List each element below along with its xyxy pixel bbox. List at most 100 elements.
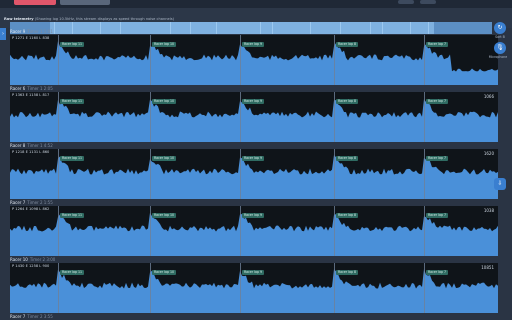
- lap-badge[interactable]: Racer lap 9: [242, 99, 265, 104]
- raw-telemetry-hint: (Showing log 10.5kHz, this stream displa…: [34, 17, 175, 21]
- lap-badge[interactable]: Racer lap 8: [336, 99, 359, 104]
- lap-badge[interactable]: Racer lap 8: [336, 213, 359, 218]
- racer-title: Racer 6 Timer 1 2:05: [10, 86, 53, 91]
- lap-badge[interactable]: Racer lap 11: [60, 156, 85, 161]
- lap-divider: [424, 92, 425, 142]
- lap-divider: [334, 35, 335, 85]
- racer-score: 10851: [481, 265, 494, 270]
- timeline-selection[interactable]: [50, 22, 434, 34]
- racer-timer: Timer 2 1:55: [27, 200, 53, 205]
- lap-divider: [150, 206, 151, 256]
- lap-divider: [58, 35, 59, 85]
- lap-badge[interactable]: Racer lap 8: [336, 42, 359, 47]
- racer-timer: Timer 1 4:52: [27, 143, 53, 148]
- lap-badge[interactable]: Racer lap 11: [60, 99, 85, 104]
- lap-badge[interactable]: Racer lap 8: [336, 156, 359, 161]
- lap-badge[interactable]: Racer lap 10: [152, 270, 177, 275]
- racer-name: Racer 7: [10, 200, 26, 205]
- speed-chart[interactable]: Racer lap 11 Racer lap 10 Racer lap 9 Racer…: [10, 149, 498, 199]
- timeline-marker: [72, 22, 73, 34]
- timeline-marker: [54, 22, 55, 34]
- lap-badge[interactable]: Racer lap 10: [152, 213, 177, 218]
- lap-badge[interactable]: Racer lap 9: [242, 42, 265, 47]
- lap-divider: [334, 263, 335, 313]
- speed-chart[interactable]: Racer lap 11 Racer lap 10 Racer lap 9 Racer…: [10, 206, 498, 256]
- timeline-scrubber[interactable]: [10, 22, 492, 34]
- lap-divider: [334, 92, 335, 142]
- toggle-switch[interactable]: [398, 0, 414, 4]
- racer-name: Racer 10: [10, 257, 28, 262]
- lap-badge[interactable]: Racer lap 8: [336, 270, 359, 275]
- lap-badge[interactable]: Racer lap 7: [426, 270, 449, 275]
- lap-badge[interactable]: Racer lap 11: [60, 270, 85, 275]
- racer-title: Racer 7 Timer 2 3:55: [10, 314, 53, 319]
- racer-timer: Timer 2 3:55: [27, 314, 53, 319]
- secondary-button[interactable]: [60, 0, 110, 5]
- timeline-marker: [428, 22, 429, 34]
- lap-badge[interactable]: Racer lap 9: [242, 270, 265, 275]
- racer-stats: P 1218 E 1131 L 860: [12, 150, 50, 154]
- speed-chart[interactable]: Racer lap 11 Racer lap 10 Racer lap 9 Racer…: [10, 263, 498, 313]
- lap-divider: [424, 149, 425, 199]
- lap-divider: [240, 35, 241, 85]
- lap-badge[interactable]: Racer lap 10: [152, 156, 177, 161]
- racer-timer: Timer 1 1:01: [27, 29, 53, 34]
- lap-badge[interactable]: Racer lap 7: [426, 213, 449, 218]
- lap-badge[interactable]: Racer lap 7: [426, 156, 449, 161]
- timeline-marker: [260, 22, 261, 34]
- raw-telemetry-bar: Raw telemetry (Showing log 10.5kHz, this…: [0, 8, 512, 34]
- lap-badge[interactable]: Racer lap 10: [152, 99, 177, 104]
- racer-title: Racer 8 Timer 1 4:52: [10, 143, 53, 148]
- timeline-marker: [272, 22, 273, 34]
- lap-badge[interactable]: Racer lap 9: [242, 156, 265, 161]
- racer-stats: P 1363 E 1158 L 817: [12, 93, 50, 97]
- timeline-marker: [100, 22, 101, 34]
- racer-stats: P 1264 E 1098 L 862: [12, 207, 50, 211]
- lap-divider: [240, 263, 241, 313]
- microphone-icon[interactable]: 🎙: [494, 42, 506, 54]
- lap-divider: [58, 263, 59, 313]
- timeline-marker: [216, 22, 217, 34]
- lap-divider: [150, 92, 151, 142]
- lap-divider: [150, 149, 151, 199]
- racer-score: 1038: [483, 208, 494, 213]
- chevron-right-icon[interactable]: ›: [0, 28, 6, 40]
- lap-divider: [240, 206, 241, 256]
- lap-badge[interactable]: Racer lap 10: [152, 42, 177, 47]
- racer-stats: P 1430 E 1258 L 900: [12, 264, 50, 268]
- racer-score: 1620: [483, 151, 494, 156]
- lap-divider: [150, 263, 151, 313]
- lap-divider: [58, 206, 59, 256]
- lap-divider: [240, 149, 241, 199]
- timeline-marker: [310, 22, 311, 34]
- raw-telemetry-title: Raw telemetry: [4, 17, 34, 21]
- racer-title: Racer 10 Timer 2 3:00: [10, 257, 55, 262]
- speed-chart[interactable]: Racer lap 11 Racer lap 10 Racer lap 9 Racer…: [10, 92, 498, 142]
- lap-badge[interactable]: Racer lap 7: [426, 42, 449, 47]
- timeline-marker: [410, 22, 411, 34]
- lap-badge[interactable]: Racer lap 7: [426, 99, 449, 104]
- lap-badge[interactable]: Racer lap 11: [60, 213, 85, 218]
- speed-chart[interactable]: Racer lap 11 Racer lap 10 Racer lap 9 Racer…: [10, 35, 498, 85]
- racer-timer: Timer 2 3:00: [29, 257, 56, 262]
- top-toolbar: [0, 0, 512, 8]
- racer-name: Racer 9: [10, 29, 26, 34]
- timeline-marker: [382, 22, 383, 34]
- lap-badge[interactable]: Racer lap 9: [242, 213, 265, 218]
- record-button[interactable]: [14, 0, 56, 5]
- timeline-marker: [340, 22, 341, 34]
- racer-title: Racer 9 Timer 1 1:01: [10, 29, 53, 34]
- lap-divider: [150, 35, 151, 85]
- lap-badge[interactable]: Racer lap 11: [60, 42, 85, 47]
- lap-divider: [240, 92, 241, 142]
- racer-timer: Timer 1 2:05: [27, 86, 53, 91]
- lap-divider: [424, 206, 425, 256]
- sidebar-item-label: Sort B: [495, 35, 505, 39]
- refresh-icon[interactable]: ↻: [494, 22, 506, 34]
- lap-divider: [334, 206, 335, 256]
- racer-stats: P 1271 E 1160 L 838: [12, 36, 50, 40]
- export-icon[interactable]: ⇩: [494, 178, 506, 190]
- toggle-switch[interactable]: [420, 0, 436, 4]
- lap-divider: [58, 149, 59, 199]
- lap-divider: [58, 92, 59, 142]
